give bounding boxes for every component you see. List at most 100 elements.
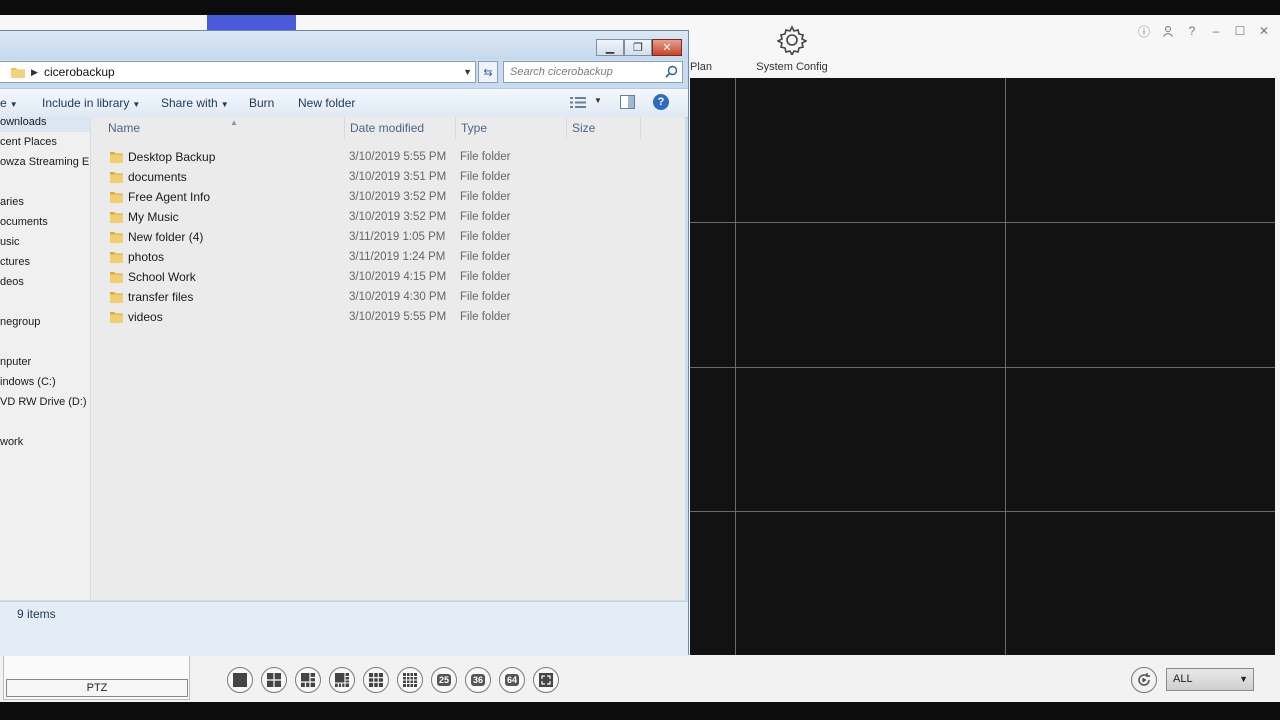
burn-button[interactable]: Burn [249,96,274,110]
table-row[interactable]: New folder (4) 3/11/2019 1:05 PM File fold… [91,227,685,247]
search-input[interactable]: Search cicerobackup [503,61,683,83]
minimize-icon[interactable]: – [1208,23,1224,39]
nav-item[interactable]: work [0,432,23,452]
close-icon[interactable]: ✕ [1256,23,1272,39]
nav-item[interactable]: usic [0,232,20,252]
chevron-down-icon[interactable]: ▼ [463,62,472,82]
file-name: New folder (4) [128,230,204,244]
nav-item[interactable]: nputer [0,352,31,372]
refresh-icon: ⇆ [483,66,493,79]
help-icon[interactable]: ? [1184,23,1200,39]
grid-divider [690,222,1275,223]
layout-6-button[interactable] [295,667,321,693]
file-date: 3/10/2019 5:55 PM [349,151,447,163]
column-header-type[interactable]: Type [456,117,567,139]
chevron-down-icon: ▼ [9,100,18,109]
explorer-titlebar[interactable]: ▁ ❐ ✕ [0,31,688,59]
item-count: 9 items [17,607,56,621]
table-row[interactable]: videos 3/10/2019 5:55 PM File folder [91,307,685,327]
table-row[interactable]: Free Agent Info 3/10/2019 3:52 PM File fol… [91,187,685,207]
nav-item[interactable]: ocuments [0,212,48,232]
file-type: File folder [460,271,511,283]
breadcrumb-arrow-icon[interactable]: ▶ [31,62,38,82]
user-icon[interactable] [1160,23,1176,39]
toolbar-plan-button[interactable]: Plan [686,15,716,77]
address-row: ▶ cicerobackup ▼ ⇆ Search cicerobackup [0,61,688,83]
preview-pane-icon[interactable] [620,95,635,109]
bottom-bar: PTZ 25 36 64 ALL ▼ [0,655,1280,702]
file-date: 3/10/2019 3:52 PM [349,191,447,203]
sort-up-icon: ▲ [230,118,238,127]
chevron-down-icon: ▼ [1239,674,1248,684]
layout-36-label: 36 [470,674,485,686]
column-header-size[interactable]: Size [567,117,641,139]
nav-item[interactable]: aries [0,192,24,212]
nav-item[interactable]: deos [0,272,24,292]
include-in-library-button[interactable]: Include in library ▼ [42,96,140,110]
command-bar: e ▼ Include in library ▼ Share with ▼ Burn … [0,88,688,118]
view-options-icon[interactable] [570,96,586,109]
file-name: My Music [128,210,179,224]
grid-divider [690,367,1275,368]
nav-item[interactable]: ownloads [0,117,90,132]
fullscreen-icon [539,673,553,687]
nav-item[interactable]: ctures [0,252,30,272]
column-header-date[interactable]: Date modified [345,117,456,139]
table-row[interactable]: transfer files 3/10/2019 4:30 PM File fold… [91,287,685,307]
video-grid[interactable] [690,78,1275,657]
folder-icon [110,272,123,283]
channel-select[interactable]: ALL ▼ [1166,668,1254,691]
toolbar-active-tab[interactable] [207,15,296,30]
file-date: 3/11/2019 1:24 PM [349,251,446,263]
layout-4-button[interactable] [261,667,287,693]
toolbar-system-config-button[interactable]: System Config [752,15,832,77]
search-placeholder: Search cicerobackup [510,66,613,78]
folder-icon [110,152,123,163]
layout-16-button[interactable] [397,667,423,693]
file-type: File folder [460,291,511,303]
cycle-icon [1138,673,1150,686]
nav-item[interactable]: negroup [0,312,40,332]
ptz-panel: PTZ [3,655,190,700]
nav-item[interactable]: owza Streaming Er [0,152,90,172]
layout-64-button[interactable]: 64 [499,667,525,693]
table-row[interactable]: documents 3/10/2019 3:51 PM File folder [91,167,685,187]
layout-9-button[interactable] [363,667,389,693]
toolbar-system-config-label: System Config [756,61,828,73]
layout-8-button[interactable] [329,667,355,693]
chevron-down-icon[interactable]: ▼ [594,96,602,105]
nav-item[interactable]: indows (C:) [0,372,56,392]
layout-25-button[interactable]: 25 [431,667,457,693]
column-header-name[interactable]: Name ▲ [103,117,345,139]
file-type: File folder [460,231,511,243]
nav-item[interactable]: cent Places [0,132,57,152]
table-row[interactable]: My Music 3/10/2019 3:52 PM File folder [91,207,685,227]
file-type: File folder [460,191,511,203]
grid-divider [690,511,1275,512]
table-row[interactable]: Desktop Backup 3/10/2019 5:55 PM File fold… [91,147,685,167]
table-row[interactable]: School Work 3/10/2019 4:15 PM File folder [91,267,685,287]
app-window-controls: ⓘ ? – ☐ ✕ [1136,23,1272,39]
fullscreen-button[interactable] [533,667,559,693]
address-bar[interactable]: ▶ cicerobackup ▼ [0,61,476,83]
info-icon[interactable]: ⓘ [1136,23,1152,39]
ptz-button[interactable]: PTZ [6,679,188,697]
table-row[interactable]: photos 3/11/2019 1:24 PM File folder [91,247,685,267]
explorer-close-button[interactable]: ✕ [652,39,682,56]
layout-36-button[interactable]: 36 [465,667,491,693]
share-with-button[interactable]: Share with ▼ [161,96,229,110]
refresh-button[interactable]: ⇆ [478,61,498,83]
maximize-icon[interactable]: ☐ [1232,23,1248,39]
help-icon[interactable]: ? [653,94,669,110]
explorer-maximize-button[interactable]: ❐ [624,39,652,56]
breadcrumb-current[interactable]: cicerobackup [44,62,115,82]
nav-item[interactable]: VD RW Drive (D:) 2 [0,392,90,412]
explorer-minimize-button[interactable]: ▁ [596,39,624,56]
folder-icon [110,192,123,203]
cycle-button[interactable] [1131,667,1157,693]
layout-1-button[interactable] [227,667,253,693]
folder-icon [110,212,123,223]
new-folder-button[interactable]: New folder [298,96,355,110]
organize-button[interactable]: e ▼ [0,96,18,110]
file-date: 3/10/2019 5:55 PM [349,311,447,323]
